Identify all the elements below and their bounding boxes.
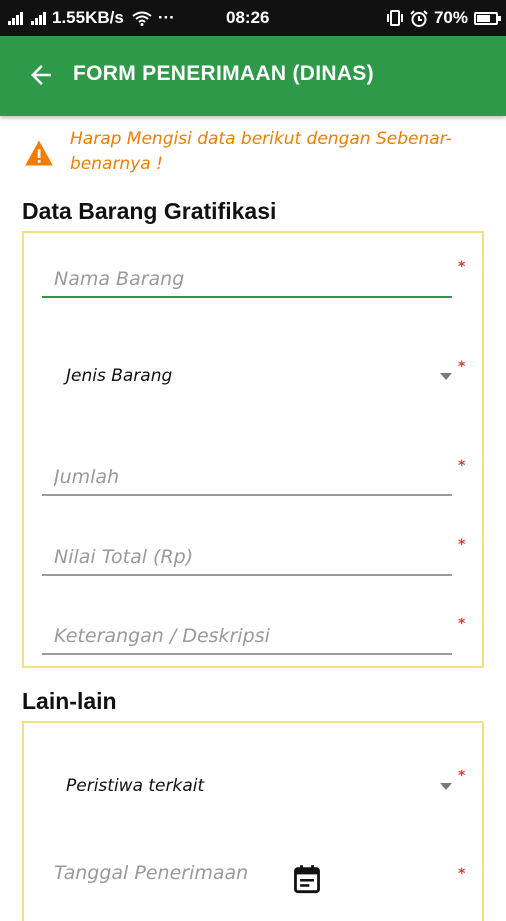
section-title-data-barang: Data Barang Gratifikasi [22,198,277,224]
required-mark: * [458,537,466,553]
jenis-barang-value: Jenis Barang [66,366,173,386]
calendar-icon[interactable] [293,864,321,894]
warning-icon [25,140,53,166]
alarm-icon [410,9,428,27]
chevron-down-icon [440,373,452,380]
page-title: FORM PENERIMAAN (DINAS) [73,62,374,85]
field-underline [42,574,452,576]
battery-percent: 70% [433,8,468,27]
jumlah-field [42,460,452,496]
status-bar: 1.55KB/s ··· 08:26 70% [0,0,506,36]
status-left: 1.55KB/s ··· [8,8,175,28]
net-speed: 1.55KB/s [52,8,124,27]
wifi-icon [132,11,152,26]
chevron-down-icon [440,783,452,790]
tanggal-penerimaan-field [42,856,282,890]
vibrate-icon [386,10,403,26]
jenis-barang-select[interactable]: Jenis Barang [42,361,452,395]
warning-text: Harap Mengisi data berikut dengan Sebena… [70,129,452,174]
peristiwa-terkait-select[interactable]: Peristiwa terkait [42,771,452,805]
nama-barang-field [42,262,452,298]
tanggal-penerimaan-input[interactable] [42,856,282,890]
signal-icon [31,11,46,25]
required-mark: * [458,866,466,882]
battery-level [477,14,490,22]
section-box-lain-lain [22,721,484,921]
battery-icon [474,11,501,25]
field-underline [42,494,452,496]
peristiwa-terkait-value: Peristiwa terkait [66,776,205,796]
field-underline [42,296,452,298]
field-underline [42,653,452,655]
nama-barang-input[interactable] [42,262,452,296]
nilai-total-input[interactable] [42,540,452,574]
required-mark: * [458,616,466,632]
keterangan-field [42,619,452,655]
signal-icon [8,11,23,25]
required-mark: * [458,359,466,375]
status-right: 70% [386,8,501,28]
status-time: 08:26 [226,8,270,27]
required-mark: * [458,458,466,474]
required-mark: * [458,768,466,784]
app-bar: FORM PENERIMAAN (DINAS) [0,36,506,116]
section-title-lain-lain: Lain-lain [22,688,117,714]
jumlah-input[interactable] [42,460,452,494]
status-dots: ··· [157,8,175,27]
required-mark: * [458,259,466,275]
arrow-left-icon[interactable] [26,60,56,90]
keterangan-input[interactable] [42,619,452,653]
nilai-total-field [42,540,452,576]
